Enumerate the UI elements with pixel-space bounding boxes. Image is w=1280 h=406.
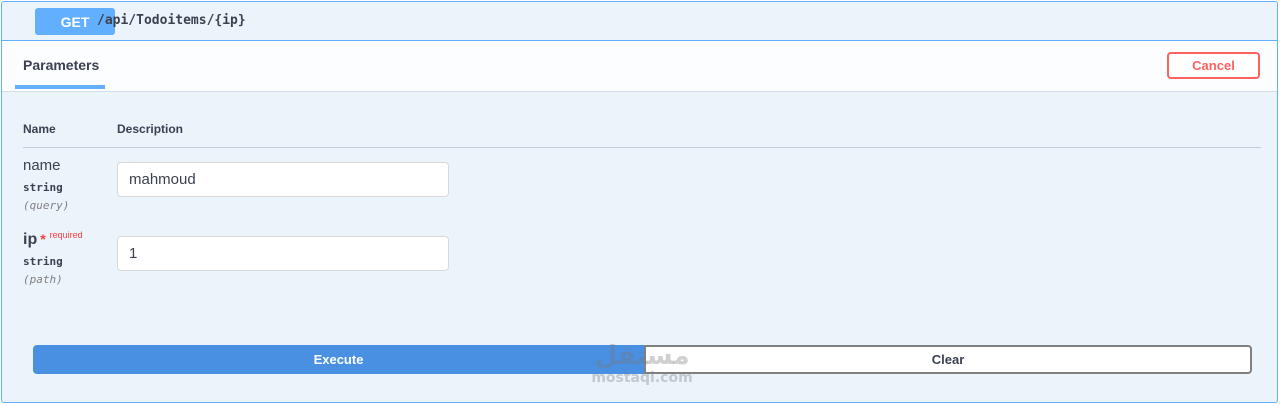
operation-summary[interactable]: GET /api/Todoitems/{ip} xyxy=(2,2,1277,41)
param-name-location: (query) xyxy=(23,199,70,212)
clear-button[interactable]: Clear xyxy=(644,345,1252,374)
param-ip-input[interactable] xyxy=(117,236,449,271)
param-name-input[interactable] xyxy=(117,162,449,197)
required-label: required xyxy=(49,230,83,240)
parameters-header: Parameters Cancel xyxy=(2,41,1277,92)
execute-button[interactable]: Execute xyxy=(33,345,644,374)
param-name-type: string xyxy=(23,181,63,194)
param-name-label: name xyxy=(23,157,61,174)
cancel-button[interactable]: Cancel xyxy=(1167,52,1260,79)
column-header-name: Name xyxy=(23,122,56,136)
operation-block: GET /api/Todoitems/{ip} Parameters Cance… xyxy=(1,1,1278,403)
param-ip-type: string xyxy=(23,255,63,268)
param-ip-location: (path) xyxy=(23,273,63,286)
column-header-description: Description xyxy=(117,122,184,136)
endpoint-path: /api/Todoitems/{ip} xyxy=(97,13,246,28)
header-divider xyxy=(23,147,1261,148)
param-ip-name: ip xyxy=(23,231,38,248)
tab-parameters[interactable]: Parameters xyxy=(23,57,99,73)
param-ip-label: ip * required xyxy=(23,230,83,249)
tab-active-underline xyxy=(15,85,105,89)
required-star: * xyxy=(40,231,46,247)
